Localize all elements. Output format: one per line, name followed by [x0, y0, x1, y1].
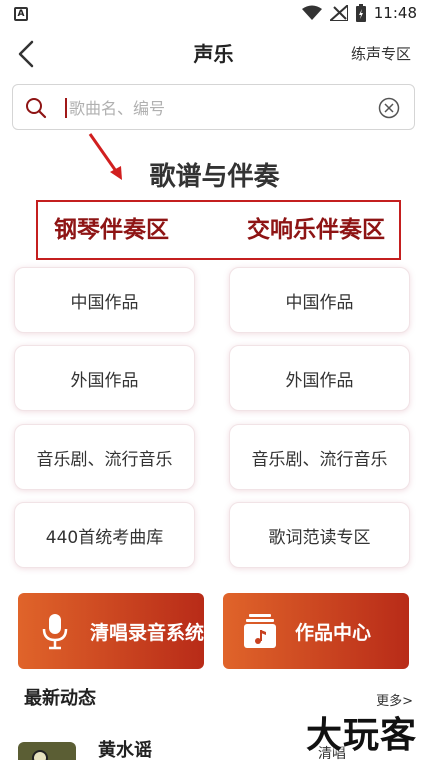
latest-news-heading: 最新动态: [24, 688, 96, 709]
music-album-icon: [239, 610, 281, 652]
status-icons: 11:48: [301, 4, 417, 22]
record-label: 清唱录音系统: [90, 621, 205, 644]
search-box[interactable]: [12, 84, 415, 130]
battery-icon: [355, 4, 366, 22]
news-item-title[interactable]: 黄水谣: [98, 736, 152, 760]
works-label: 作品中心: [295, 621, 372, 644]
a-cappella-recording-button[interactable]: 清唱录音系统: [18, 593, 204, 669]
vocal-practice-link[interactable]: 练声专区: [351, 28, 411, 80]
microphone-icon: [34, 610, 76, 652]
lyrics-reading-button[interactable]: 歌词范读专区: [229, 502, 410, 568]
symphony-chinese-works-button[interactable]: 中国作品: [229, 267, 410, 333]
nav-bar: 声乐 练声专区: [0, 28, 427, 80]
status-time: 11:48: [373, 4, 417, 22]
thumbnail-art: [32, 750, 48, 760]
section-title: 歌谱与伴奏: [149, 162, 280, 192]
wifi-icon: [301, 5, 322, 20]
accompaniment-zone-box: 钢琴伴奏区 交响乐伴奏区: [36, 200, 401, 260]
piano-musical-pop-button[interactable]: 音乐剧、流行音乐: [14, 424, 195, 490]
symphony-foreign-works-button[interactable]: 外国作品: [229, 345, 410, 411]
search-icon: [26, 98, 47, 119]
piano-accompaniment-zone[interactable]: 钢琴伴奏区: [54, 202, 169, 258]
symphony-musical-pop-button[interactable]: 音乐剧、流行音乐: [229, 424, 410, 490]
watermark-logo: 大玩客: [305, 715, 417, 756]
exam-song-library-button[interactable]: 440首统考曲库: [14, 502, 195, 568]
text-cursor: [65, 98, 67, 118]
news-item-thumbnail[interactable]: [18, 742, 76, 760]
works-center-button[interactable]: 作品中心: [223, 593, 409, 669]
clear-icon[interactable]: [378, 97, 400, 119]
status-bar: A 11:48: [0, 0, 427, 28]
piano-foreign-works-button[interactable]: 外国作品: [14, 345, 195, 411]
piano-chinese-works-button[interactable]: 中国作品: [14, 267, 195, 333]
symphony-accompaniment-zone[interactable]: 交响乐伴奏区: [247, 202, 385, 258]
search-input[interactable]: [69, 93, 369, 123]
signal-icon: [329, 5, 348, 21]
notification-a-icon: A: [14, 7, 28, 21]
